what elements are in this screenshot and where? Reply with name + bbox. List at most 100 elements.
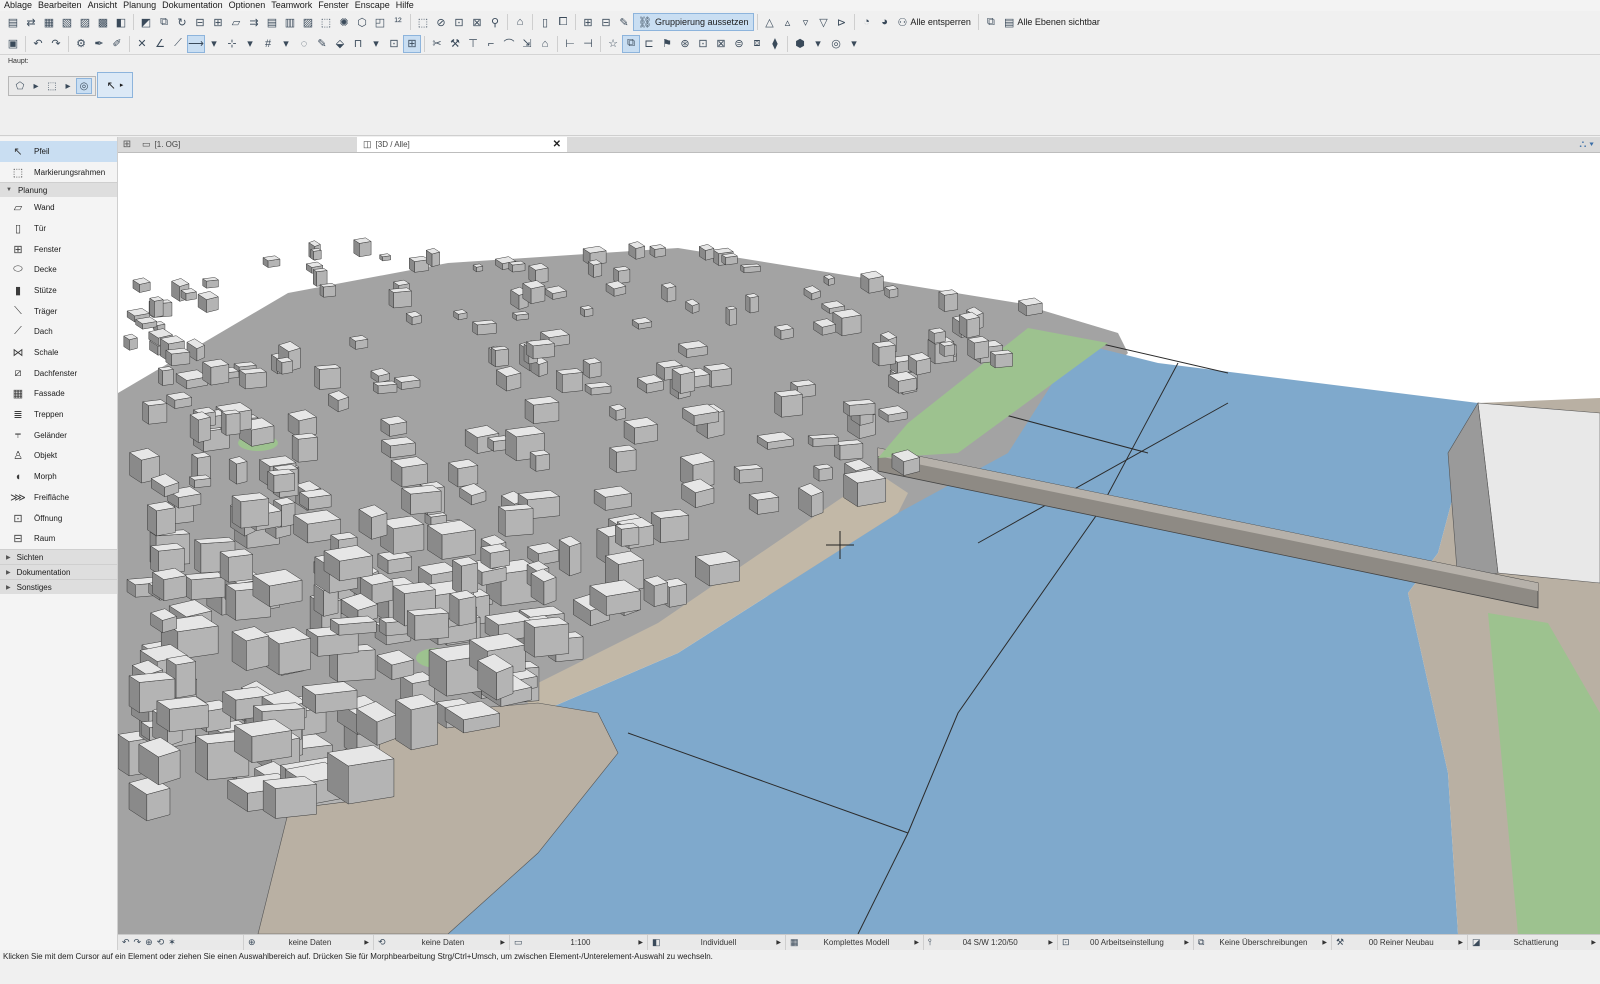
tool-oeffnung[interactable]: ⊡ Öffnung (0, 508, 117, 529)
frame-icon[interactable]: ⬚ (414, 13, 432, 31)
distribute-icon[interactable]: ⊢ (561, 35, 579, 53)
zone-icon[interactable]: ⊛ (676, 35, 694, 53)
unlock-icon[interactable]: ◕ (876, 13, 894, 31)
pen-icon[interactable]: ✎ (313, 35, 331, 53)
layers-show-icon[interactable]: ▩ (94, 13, 112, 31)
eyedropper-icon[interactable]: ✒ (90, 35, 108, 53)
renovation-selector[interactable]: ⚒ 00 Reiner Neubau ▶ (1332, 934, 1468, 951)
inject-icon[interactable]: ✐ (108, 35, 126, 53)
tab-floorplan[interactable]: ▭ [1. OG] (136, 137, 346, 152)
modify-house-icon[interactable]: ⌂ (536, 35, 554, 53)
quick-select-icon[interactable]: ◎ (76, 78, 92, 94)
dropdown-arrow-icon[interactable]: ▸ (60, 78, 76, 94)
menu-dokumentation[interactable]: Dokumentation (162, 0, 223, 11)
marker-icon[interactable]: ⚑ (658, 35, 676, 53)
save-icon[interactable]: ▣ (4, 35, 22, 53)
angle-icon[interactable]: ∠ (151, 35, 169, 53)
number-icon[interactable]: ¹² (389, 13, 407, 31)
align-icon[interactable]: ⊞ (209, 13, 227, 31)
tool-decke[interactable]: ⬭ Decke (0, 259, 117, 280)
tool-traeger[interactable]: ⟍ Träger (0, 301, 117, 322)
menu-fenster[interactable]: Fenster (318, 0, 349, 11)
magic-wand-icon[interactable]: ⚲ (486, 13, 504, 31)
cursor-snap-icon[interactable]: ✕ (133, 35, 151, 53)
house-icon[interactable]: ⌂ (511, 13, 529, 31)
orbit-icon[interactable]: ◎ (827, 35, 845, 53)
bring-forward-icon[interactable]: ▵ (779, 13, 797, 31)
ungroup-icon[interactable]: ⊟ (597, 13, 615, 31)
layers-off-icon[interactable]: ▧ (58, 13, 76, 31)
suspend-group-icon[interactable]: ⊞ (403, 34, 421, 53)
layers-icon[interactable]: ▦ (40, 13, 58, 31)
group-icon[interactable]: ◰ (371, 13, 389, 31)
tab-3d[interactable]: ◫ [3D / Alle] ✕ (357, 137, 567, 152)
intersect-icon[interactable]: ⊤ (464, 35, 482, 53)
adjust-icon[interactable]: ⚒ (446, 35, 464, 53)
zoom-fit-icon[interactable]: ⊠ (468, 13, 486, 31)
label-settings-icon[interactable]: ⊏ (640, 35, 658, 53)
tool-fenster[interactable]: ⊞ Fenster (0, 239, 117, 260)
menu-teamwork[interactable]: Teamwork (271, 0, 312, 11)
split-icon[interactable]: ⊟ (191, 13, 209, 31)
layers-lock-icon[interactable]: ▨ (76, 13, 94, 31)
hatch-dark-icon[interactable]: ▥ (281, 13, 299, 31)
guide-line-icon[interactable]: ⟋ (169, 35, 187, 53)
menu-enscape[interactable]: Enscape (355, 0, 390, 11)
section-sichten[interactable]: ▶ Sichten (0, 549, 117, 565)
menu-hilfe[interactable]: Hilfe (396, 0, 414, 11)
view-options-icon[interactable]: ⛬ ▾ (1579, 137, 1600, 152)
tool-gelaender[interactable]: ⫧ Geländer (0, 425, 117, 446)
tool-dach[interactable]: ⟋ Dach (0, 322, 117, 343)
teamwork-icon[interactable]: ⇄ (22, 13, 40, 31)
send-backward-icon[interactable]: ▿ (797, 13, 815, 31)
pen-set-selector[interactable]: ◧ Individuell ▶ (648, 934, 786, 951)
tool-tuer[interactable]: ▯ Tür (0, 218, 117, 239)
offset-icon[interactable]: ⇉ (245, 13, 263, 31)
arrow-mode-selector[interactable]: ↖ ▸ (97, 72, 133, 98)
dimension-selector[interactable]: ⊡ 00 Arbeitseinstellung ▶ (1058, 934, 1194, 951)
rect-select-icon[interactable]: ⬚ (44, 78, 60, 94)
overrides-selector[interactable]: ⧉ Keine Überschreibungen ▶ (1194, 934, 1332, 951)
section-sonstiges[interactable]: ▶ Sonstiges (0, 579, 117, 595)
fillet-icon[interactable]: ⌐ (482, 35, 500, 53)
section-dokumentation[interactable]: ▶ Dokumentation (0, 564, 117, 580)
element-info-icon[interactable]: ⧉ (622, 34, 640, 53)
grid-icon[interactable]: # (259, 35, 277, 53)
reset-order-icon[interactable]: ⊳ (833, 13, 851, 31)
zoom-icon[interactable]: ⊕ (145, 937, 153, 948)
dropdown-arrow-icon[interactable]: ▾ (205, 35, 223, 53)
duplicate-icon[interactable]: ⧉ (155, 13, 173, 31)
distribute-v-icon[interactable]: ⊣ (579, 35, 597, 53)
suspend-groups-button[interactable]: ⛓ Gruppierung aussetzen (633, 13, 754, 31)
eraser-icon[interactable]: ⬙ (331, 35, 349, 53)
lock-icon[interactable]: ◔ (858, 13, 876, 31)
fill-pattern-icon[interactable]: ▨ (299, 13, 317, 31)
dropdown-arrow-icon[interactable]: ▾ (241, 35, 259, 53)
group-select-icon[interactable]: ⊞ (579, 13, 597, 31)
dropdown-arrow-icon[interactable]: ▾ (367, 35, 385, 53)
snap-points-icon[interactable]: ⊹ (223, 35, 241, 53)
shading-selector[interactable]: ◪ Schattierung ▶ (1468, 935, 1600, 951)
curve-icon[interactable]: ⌒ (500, 35, 518, 53)
all-layers-visible-button[interactable]: ▤ Alle Ebenen sichtbar (1000, 13, 1104, 31)
tool-objekt[interactable]: ♙ Objekt (0, 446, 117, 467)
slash-icon[interactable]: ⊘ (432, 13, 450, 31)
tool-marquee[interactable]: ⬚ Markierungsrahmen (0, 162, 117, 183)
slab-edit-icon[interactable]: ▱ (227, 13, 245, 31)
tag-icon[interactable]: ⧫ (766, 35, 784, 53)
zoom-history[interactable]: ⊕ keine Daten ▶ (244, 934, 374, 951)
model-icon[interactable]: ⊠ (712, 35, 730, 53)
multiply-icon[interactable]: ⬡ (353, 13, 371, 31)
tool-schale[interactable]: ⋈ Schale (0, 342, 117, 363)
unlock-all-button[interactable]: ⚇ Alle entsperren (894, 13, 975, 31)
hatch-icon[interactable]: ▤ (263, 13, 281, 31)
close-icon[interactable]: ✕ (553, 139, 561, 150)
dropdown-arrow-icon[interactable]: ▾ (845, 35, 863, 53)
tool-fassade[interactable]: ▦ Fassade (0, 384, 117, 405)
layers-all-icon[interactable]: ◧ (112, 13, 130, 31)
redo-view-icon[interactable]: ↷ (134, 937, 142, 948)
tool-treppen[interactable]: ≣ Treppen (0, 404, 117, 425)
layer-stack-icon[interactable]: ▤ (4, 13, 22, 31)
3d-navigation-icon[interactable]: ⬢ (791, 35, 809, 53)
select-all-icon[interactable]: ⬚ (317, 13, 335, 31)
